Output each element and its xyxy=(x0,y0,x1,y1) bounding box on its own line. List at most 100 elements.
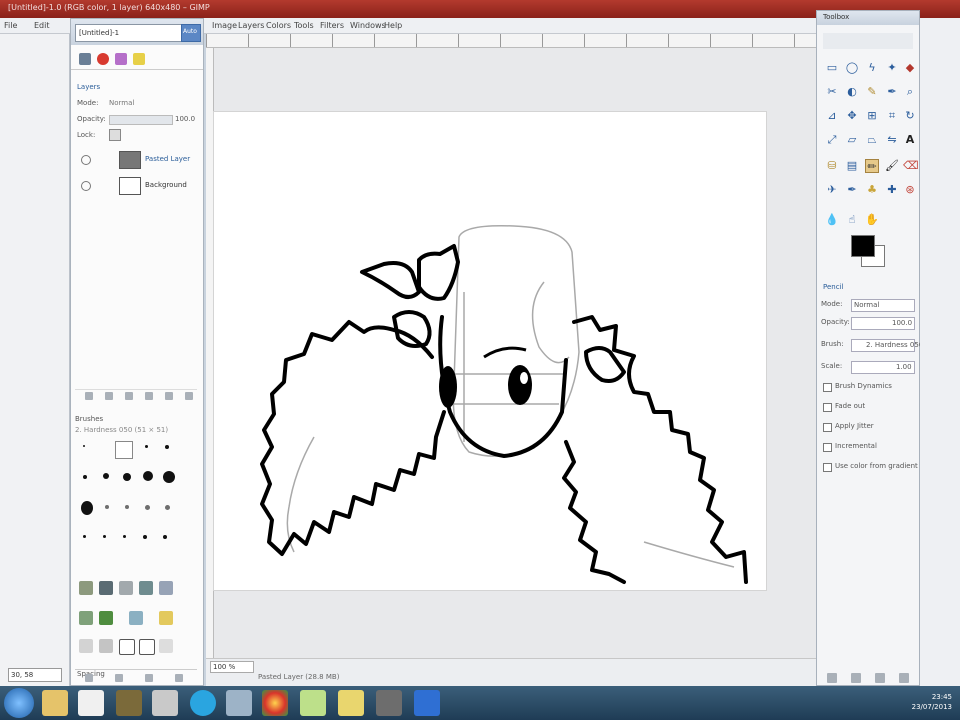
smudge-icon[interactable]: ☝ xyxy=(845,213,859,227)
brush-swatch[interactable] xyxy=(159,581,173,595)
brush-swatch[interactable] xyxy=(99,581,113,595)
save-options-icon[interactable] xyxy=(827,673,837,683)
brush-dynamics-checkbox[interactable] xyxy=(823,383,832,392)
raise-layer-icon[interactable] xyxy=(105,392,113,400)
blend-icon[interactable]: ▤ xyxy=(845,159,859,173)
chrome-icon[interactable] xyxy=(262,690,288,716)
layer-name[interactable]: Background xyxy=(145,181,187,189)
notepad-icon[interactable] xyxy=(78,690,104,716)
auto-button[interactable]: Auto xyxy=(181,24,201,42)
brush-swatch[interactable] xyxy=(79,639,93,653)
flip-icon[interactable]: ⇋ xyxy=(885,133,899,147)
brush-swatch[interactable] xyxy=(125,505,129,509)
edit-brush-icon[interactable] xyxy=(85,674,93,682)
brush-swatch[interactable] xyxy=(139,639,155,655)
tool-scale-slider[interactable]: 1.00 xyxy=(851,361,915,374)
airbrush-icon[interactable]: ✈ xyxy=(825,183,839,197)
menu-item-edit[interactable]: Edit xyxy=(34,21,50,30)
menu-item-layers[interactable]: Layers xyxy=(238,21,264,30)
brush-swatch[interactable] xyxy=(83,535,86,538)
apply-jitter-checkbox[interactable] xyxy=(823,423,832,432)
image-select-dropdown[interactable]: [Untitled]-1 xyxy=(75,24,184,42)
brush-swatch[interactable] xyxy=(165,445,169,449)
new-layer-icon[interactable] xyxy=(85,392,93,400)
tool-mode-select[interactable]: Normal xyxy=(851,299,915,312)
reset-options-icon[interactable] xyxy=(899,673,909,683)
foreground-select-icon[interactable]: ◐ xyxy=(845,85,859,99)
anchor-layer-icon[interactable] xyxy=(165,392,173,400)
duplicate-brush-icon[interactable] xyxy=(145,674,153,682)
gimp-window-icon[interactable] xyxy=(376,690,402,716)
brush-swatch[interactable] xyxy=(139,581,153,595)
text-icon[interactable]: A xyxy=(903,133,917,147)
brush-swatch[interactable] xyxy=(79,611,93,625)
scale-icon[interactable]: ⤢ xyxy=(825,133,839,147)
brush-swatch[interactable] xyxy=(105,505,109,509)
gimp-icon[interactable] xyxy=(116,690,142,716)
brush-swatch[interactable] xyxy=(81,501,93,515)
opacity-slider[interactable] xyxy=(109,115,173,125)
paintbrush-icon[interactable]: 🖌 xyxy=(885,159,899,173)
visibility-eye-icon[interactable] xyxy=(81,181,91,191)
brush-swatch[interactable] xyxy=(143,535,147,539)
brush-swatch[interactable] xyxy=(119,581,133,595)
crop-icon[interactable]: ⌗ xyxy=(885,109,899,123)
brush-swatch[interactable] xyxy=(129,611,143,625)
layer-name[interactable]: Pasted Layer xyxy=(145,155,190,163)
visibility-eye-icon[interactable] xyxy=(81,155,91,165)
heal-icon[interactable]: ✚ xyxy=(885,183,899,197)
app-icon[interactable] xyxy=(152,690,178,716)
menu-item-help[interactable]: Help xyxy=(384,21,402,30)
incremental-checkbox[interactable] xyxy=(823,443,832,452)
brush-swatch[interactable] xyxy=(103,473,109,479)
new-brush-icon[interactable] xyxy=(115,674,123,682)
bucket-fill-icon[interactable]: ⛁ xyxy=(825,159,839,173)
foreground-color-swatch[interactable] xyxy=(851,235,875,257)
rect-select-icon[interactable]: ▭ xyxy=(825,61,839,75)
fuzzy-select-icon[interactable]: ✦ xyxy=(885,61,899,75)
delete-layer-icon[interactable] xyxy=(185,392,193,400)
brush-swatch[interactable] xyxy=(79,581,93,595)
tab-undo-icon[interactable] xyxy=(133,53,145,65)
brush-swatch[interactable] xyxy=(143,471,153,481)
brush-swatch[interactable] xyxy=(145,505,150,510)
brush-swatch[interactable] xyxy=(145,445,148,448)
brush-swatch[interactable] xyxy=(123,535,126,538)
brush-swatch[interactable] xyxy=(99,639,113,653)
clone-icon[interactable]: ♣ xyxy=(865,183,879,197)
color-picker-icon[interactable]: ✒ xyxy=(885,85,899,99)
brush-swatch[interactable] xyxy=(119,639,135,655)
fade-out-checkbox[interactable] xyxy=(823,403,832,412)
menu-item-filters[interactable]: Filters xyxy=(320,21,344,30)
gradient-color-checkbox[interactable] xyxy=(823,463,832,472)
zoom-select[interactable]: 100 % xyxy=(210,661,254,673)
app-icon[interactable] xyxy=(226,690,252,716)
image-canvas[interactable] xyxy=(214,112,766,590)
scissors-icon[interactable]: ✂ xyxy=(825,85,839,99)
zoom-icon[interactable]: ⌕ xyxy=(903,85,917,99)
menu-item-tools[interactable]: Tools xyxy=(294,21,314,30)
move-icon[interactable]: ✥ xyxy=(845,109,859,123)
menu-item-windows[interactable]: Windows xyxy=(350,21,386,30)
perspective-clone-icon[interactable]: ⊛ xyxy=(903,183,917,197)
select-by-color-icon[interactable]: ◆ xyxy=(903,61,917,75)
brush-swatch-selected[interactable] xyxy=(115,441,133,459)
tab-paths-icon[interactable] xyxy=(115,53,127,65)
horizontal-ruler[interactable] xyxy=(206,34,816,48)
ellipse-select-icon[interactable]: ◯ xyxy=(845,61,859,75)
brush-swatch[interactable] xyxy=(83,445,85,447)
rotate-icon[interactable]: ↻ xyxy=(903,109,917,123)
layer-row[interactable]: Pasted Layer xyxy=(75,149,197,171)
opacity-value[interactable]: 100.0 xyxy=(175,115,195,123)
brush-swatch[interactable] xyxy=(83,475,87,479)
start-button[interactable] xyxy=(4,688,34,718)
brush-swatch[interactable] xyxy=(159,611,173,625)
layer-row[interactable]: Background xyxy=(75,175,197,197)
measure-icon[interactable]: ⊿ xyxy=(825,109,839,123)
brush-swatch[interactable] xyxy=(163,535,167,539)
paths-icon[interactable]: ✎ xyxy=(865,85,879,99)
brush-swatch[interactable] xyxy=(163,471,175,483)
duplicate-layer-icon[interactable] xyxy=(145,392,153,400)
mode-value[interactable]: Normal xyxy=(109,99,134,107)
brush-swatch[interactable] xyxy=(103,535,106,538)
